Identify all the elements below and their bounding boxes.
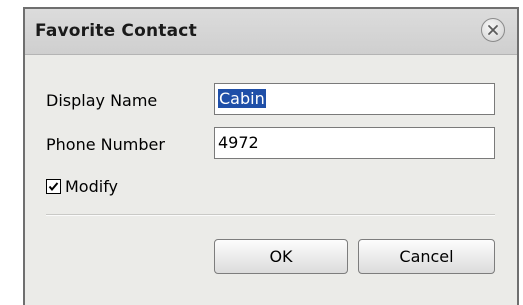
display-name-label: Display Name bbox=[46, 91, 158, 110]
display-name-field[interactable]: Cabin bbox=[214, 83, 495, 115]
divider bbox=[46, 214, 495, 216]
phone-number-label: Phone Number bbox=[46, 135, 165, 154]
page: Favorite Contact Display Name Cabin Phon… bbox=[0, 0, 523, 305]
phone-number-value: 4972 bbox=[218, 133, 259, 152]
dialog-title: Favorite Contact bbox=[35, 21, 197, 41]
ok-button[interactable]: OK bbox=[214, 239, 348, 274]
dialog-titlebar: Favorite Contact bbox=[25, 7, 517, 55]
favorite-contact-dialog: Favorite Contact Display Name Cabin Phon… bbox=[23, 7, 519, 305]
display-name-value: Cabin bbox=[218, 89, 266, 108]
phone-number-field[interactable]: 4972 bbox=[214, 127, 495, 159]
checkmark-icon bbox=[48, 182, 59, 192]
cancel-button[interactable]: Cancel bbox=[358, 239, 495, 274]
modify-label: Modify bbox=[65, 177, 119, 196]
close-icon[interactable] bbox=[481, 18, 505, 42]
modify-checkbox[interactable] bbox=[46, 179, 61, 194]
